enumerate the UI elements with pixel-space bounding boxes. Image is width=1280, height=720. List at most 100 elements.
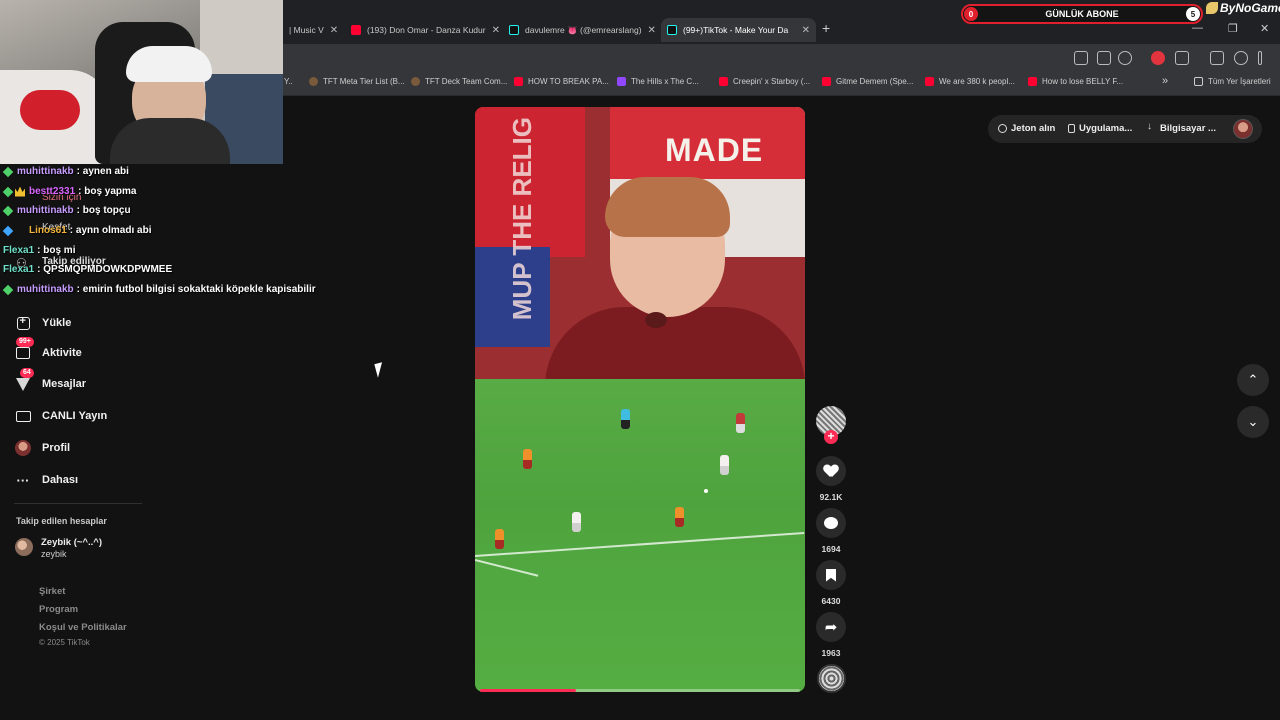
restore-button[interactable]: ❐ [1228,22,1238,35]
subs-goal: 5 [1186,7,1200,21]
bookmark-item[interactable]: TFT Deck Team Com... [411,77,507,86]
tab-youtube-don-omar[interactable]: (193) Don Omar - Danza Kudur ✕ [345,18,500,42]
coin-icon [998,124,1007,133]
mouse-cursor-icon [374,362,386,378]
get-app-button[interactable]: Uygulama... [1068,123,1132,134]
avatar[interactable] [15,538,33,556]
sponsor-name: ByNoGame [1220,1,1280,15]
youtube-icon [925,77,934,86]
bynogame-icon [1206,2,1218,14]
footer-link-company[interactable]: Şirket [39,586,65,597]
new-tab-button[interactable]: + [822,20,830,36]
heart-icon [824,465,838,477]
bookmark-item[interactable]: TFT Meta Tier List (B... [309,77,405,86]
tiktok-icon [667,25,677,35]
followed-account-name[interactable]: Zeybik (~^..^) [41,537,102,548]
bookmark-item[interactable]: Gitme Demem (Spe... [822,77,913,86]
like-button[interactable] [816,456,846,486]
bookmark-star-icon[interactable] [1118,51,1132,65]
chat-text: : boş yapma [78,186,137,197]
bookmark-item[interactable]: HOW TO BREAK PA... [514,77,609,86]
previous-video-button[interactable]: ⌃ [1237,364,1269,396]
tab-tiktok-active[interactable]: (99+)TikTok - Make Your Da ✕ [661,18,816,42]
youtube-icon [822,77,831,86]
profile-icon[interactable] [1234,51,1248,65]
video-progress-bar[interactable] [480,689,800,692]
sidebar-item-profile[interactable]: Profil [14,439,70,457]
followed-account-handle[interactable]: zeybik [41,549,67,559]
desktop-app-button[interactable]: Bilgisayar ... [1147,121,1216,134]
sidebar-item-activity[interactable]: 99+ Aktivite [14,337,82,362]
sidebar-item-upload[interactable]: Yükle [14,314,71,332]
tab-tiktok-davulemre[interactable]: davulemre 👅 (@emrearslang) ✕ [503,18,658,42]
folder-icon [1194,77,1203,86]
bookmark-item[interactable]: Creepin' x Starboy (... [719,77,810,86]
tab-close-icon[interactable]: ✕ [642,25,656,36]
chat-user: muhittinakb [17,205,74,216]
bookmark-item[interactable]: Y.. [284,77,293,86]
all-bookmarks-label: Tüm Yer İşaretleri [1208,77,1271,86]
player [720,455,729,475]
save-button[interactable] [816,560,846,590]
media-control-icon[interactable] [1210,51,1224,65]
bookmark-item[interactable]: We are 380 k peopl... [925,77,1015,86]
next-video-button[interactable]: ⌄ [1237,406,1269,438]
avatar[interactable] [1233,119,1253,139]
reactor-hair [605,177,730,237]
ball [704,489,708,493]
screen: | Music V ✕ (193) Don Omar - Danza Kudur… [0,0,1280,720]
menu-dots-icon[interactable] [1258,51,1262,65]
upload-icon [14,314,32,332]
extensions-icon[interactable] [1175,51,1189,65]
chat-text: : boş topçu [76,205,131,216]
bookmark-icon [826,568,836,582]
all-bookmarks-button[interactable]: Tüm Yer İşaretleri [1194,77,1271,86]
follow-button[interactable]: + [824,430,838,444]
tft-icon [411,77,420,86]
bookmark-item[interactable]: The Hills x The C... [617,77,699,86]
tab-close-icon[interactable]: ✕ [324,25,338,36]
tab-music[interactable]: | Music V ✕ [283,18,343,42]
youtube-icon [719,77,728,86]
extension-record-icon[interactable] [1151,51,1165,65]
bookmark-label: Gitme Demem (Spe... [836,77,914,86]
sidebar-item-live[interactable]: CANLI Yayın [14,407,107,425]
music-disc-icon[interactable] [817,664,846,693]
phone-icon [1068,124,1075,133]
sponsor-logo: ByNoGame [1206,1,1280,15]
like-count: 92.1K [819,492,843,502]
bookmark-label: HOW TO BREAK PA... [528,77,609,86]
footer-link-terms[interactable]: Koşul ve Politikalar [39,622,127,633]
share-icon: ➦ [824,619,838,636]
activity-badge: 99+ [16,337,34,347]
bookmarks-more-button[interactable]: » [1162,75,1168,87]
install-app-icon[interactable] [1074,51,1088,65]
save-count: 6430 [821,596,841,606]
tiktok-icon [509,25,519,35]
comment-icon [824,517,838,529]
tab-close-icon[interactable]: ✕ [796,25,810,36]
comment-button[interactable] [816,508,846,538]
sidebar-item-more[interactable]: ··· Dahası [14,471,79,489]
inbox-icon: 99+ [14,337,34,362]
chat-message: muhittinakb : emirin futbol bilgisi soka… [2,284,316,295]
video-player[interactable]: MUP THE RELIG MADE [475,107,805,692]
sidebar-item-label: Mesajlar [42,378,87,390]
streamer-webcam [0,0,283,164]
player [495,529,504,549]
get-coins-button[interactable]: Jeton alın [998,123,1055,134]
tft-icon [309,77,318,86]
crown-badge-icon [15,186,25,197]
translate-icon[interactable] [1097,51,1111,65]
chat-text: : boş mi [37,245,76,256]
tab-close-icon[interactable]: ✕ [486,25,500,36]
webcam-heart-pillow [20,90,80,130]
close-window-button[interactable]: ✕ [1260,22,1269,35]
share-button[interactable]: ➦ [816,612,846,642]
bookmark-label: The Hills x The C... [631,77,699,86]
chat-text: : QPSMQPMDOWKDPWMEE [37,264,173,275]
footer-link-program[interactable]: Program [39,604,78,615]
sidebar-item-label: Yükle [42,317,72,329]
bookmark-item[interactable]: How to lose BELLY F... [1028,77,1123,86]
sidebar-item-messages[interactable]: 64 Mesajlar [14,368,87,393]
